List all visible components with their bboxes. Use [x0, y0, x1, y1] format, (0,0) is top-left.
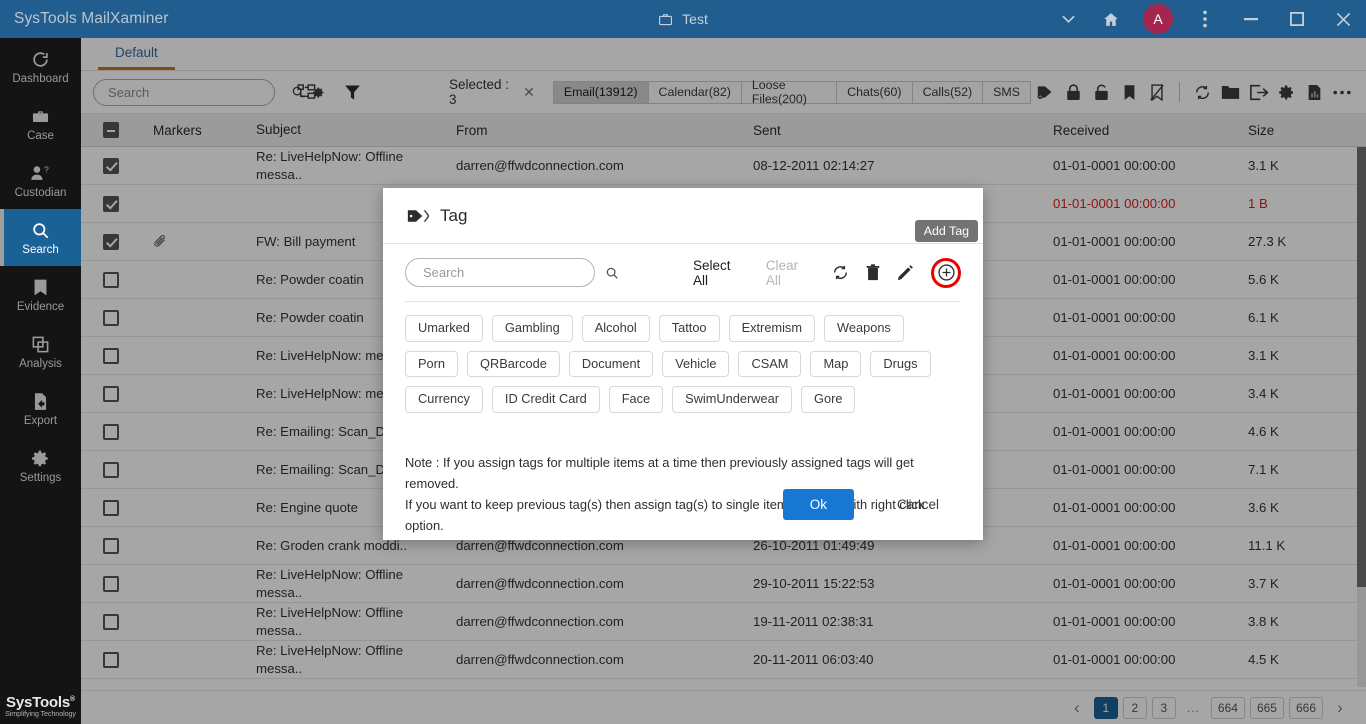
- tag-chip[interactable]: Drugs: [870, 350, 931, 378]
- sidebar-item-label: Analysis: [19, 357, 62, 370]
- add-tag-tooltip: Add Tag: [914, 219, 978, 242]
- sidebar-item-dashboard[interactable]: Dashboard: [0, 38, 81, 95]
- home-icon[interactable]: [1088, 0, 1134, 38]
- tag-chip[interactable]: Vehicle: [662, 350, 730, 378]
- select-all-tags-button[interactable]: Select All: [693, 258, 742, 288]
- bookmark-book-icon: [32, 277, 49, 298]
- sidebar-item-settings[interactable]: Settings: [0, 437, 81, 494]
- svg-text:?: ?: [44, 164, 49, 174]
- layers-icon: [31, 334, 50, 355]
- tag-modal-header: Tag: [383, 188, 983, 244]
- sidebar-item-analysis[interactable]: Analysis: [0, 323, 81, 380]
- title-bar: SysTools MailXaminer Test A: [0, 0, 1366, 38]
- briefcase-icon: [658, 12, 673, 27]
- magnifier-icon: [31, 220, 50, 241]
- file-export-icon: [32, 391, 49, 412]
- sidebar-item-label: Case: [27, 129, 54, 142]
- avatar[interactable]: A: [1143, 4, 1173, 34]
- maximize-button[interactable]: [1274, 0, 1320, 38]
- logo-registered-mark: ®: [70, 695, 75, 703]
- tag-chip[interactable]: CSAM: [738, 350, 802, 378]
- minimize-button[interactable]: [1228, 0, 1274, 38]
- tag-chip[interactable]: Extremism: [728, 315, 815, 342]
- add-tag-highlight-ring: [931, 257, 961, 288]
- tag-chip[interactable]: QRBarcode: [467, 350, 560, 378]
- tag-toolbar: Select All Clear All: [405, 219, 978, 301]
- plus-circle-icon[interactable]: [937, 263, 956, 282]
- sidebar-item-label: Evidence: [16, 300, 65, 313]
- sidebar-item-label: Export: [23, 414, 58, 427]
- tag-chip[interactable]: Currency: [405, 386, 483, 414]
- systools-logo: SysTools® Simplifying Technology: [0, 693, 81, 719]
- tag-chip[interactable]: ID Credit Card: [491, 386, 600, 414]
- cancel-button[interactable]: Cancel: [897, 497, 939, 512]
- tag-chip[interactable]: Gore: [801, 386, 856, 414]
- sidebar-item-export[interactable]: Export: [0, 380, 81, 437]
- clear-all-tags-button: Clear All: [765, 257, 799, 288]
- case-name: Test: [682, 11, 708, 27]
- trash-icon[interactable]: [866, 264, 880, 281]
- tag-chip[interactable]: Umarked: [405, 315, 483, 342]
- chevron-down-icon[interactable]: [1048, 0, 1088, 38]
- tag-modal: Tag Select All Clear All: [383, 188, 983, 540]
- sidebar-item-label: Search: [22, 243, 59, 256]
- tag-chip[interactable]: Map: [810, 350, 862, 378]
- dashboard-refresh-icon: [31, 49, 50, 70]
- sidebar-item-label: Dashboard: [12, 72, 69, 85]
- ok-button[interactable]: Ok: [782, 488, 854, 520]
- close-button[interactable]: [1320, 0, 1366, 38]
- logo-tagline: Simplifying Technology: [5, 709, 76, 719]
- tag-actions: Add Tag: [832, 219, 978, 288]
- tag-chip[interactable]: Face: [608, 386, 664, 414]
- sidebar: Dashboard Case ? Custodian Search Eviden…: [0, 38, 81, 724]
- tag-chip[interactable]: Tattoo: [658, 315, 720, 342]
- sidebar-item-evidence[interactable]: Evidence: [0, 266, 81, 323]
- tag-chip-list: Umarked Gambling Alcohol Tattoo Extremism Wea…: [405, 302, 961, 414]
- tag-icon: [407, 207, 429, 225]
- sidebar-item-search[interactable]: Search: [0, 209, 81, 266]
- logo-text: SysTools: [6, 693, 70, 711]
- sidebar-item-label: Custodian: [14, 186, 67, 199]
- tag-chip[interactable]: Alcohol: [581, 315, 650, 342]
- sidebar-item-label: Settings: [19, 471, 62, 484]
- tag-search-box[interactable]: [405, 258, 618, 287]
- refresh-icon[interactable]: [832, 264, 849, 281]
- tag-modal-title: Tag: [440, 205, 468, 225]
- magnifier-icon[interactable]: [605, 266, 619, 280]
- sidebar-item-custodian[interactable]: ? Custodian: [0, 152, 81, 209]
- window-controls: A: [1048, 0, 1366, 38]
- pencil-icon[interactable]: [897, 264, 914, 281]
- tag-chip[interactable]: Document: [568, 350, 654, 378]
- tag-chip[interactable]: Gambling: [491, 315, 573, 342]
- briefcase-icon: [31, 106, 50, 127]
- gear-icon: [31, 448, 50, 469]
- application-window: SysTools MailXaminer Test A Dashboard Ca…: [0, 0, 1366, 724]
- tag-chip[interactable]: Weapons: [824, 315, 904, 342]
- tag-modal-footer: Ok Cancel: [383, 468, 983, 540]
- tag-chip[interactable]: Porn: [405, 350, 459, 378]
- tag-chip[interactable]: SwimUnderwear: [672, 386, 793, 414]
- sidebar-item-case[interactable]: Case: [0, 95, 81, 152]
- kebab-menu-icon[interactable]: [1182, 0, 1228, 38]
- app-brand-title: SysTools MailXaminer: [14, 10, 169, 27]
- tag-search-input[interactable]: [423, 265, 599, 280]
- person-question-icon: ?: [30, 163, 51, 184]
- add-tag-control[interactable]: Add Tag: [914, 219, 978, 288]
